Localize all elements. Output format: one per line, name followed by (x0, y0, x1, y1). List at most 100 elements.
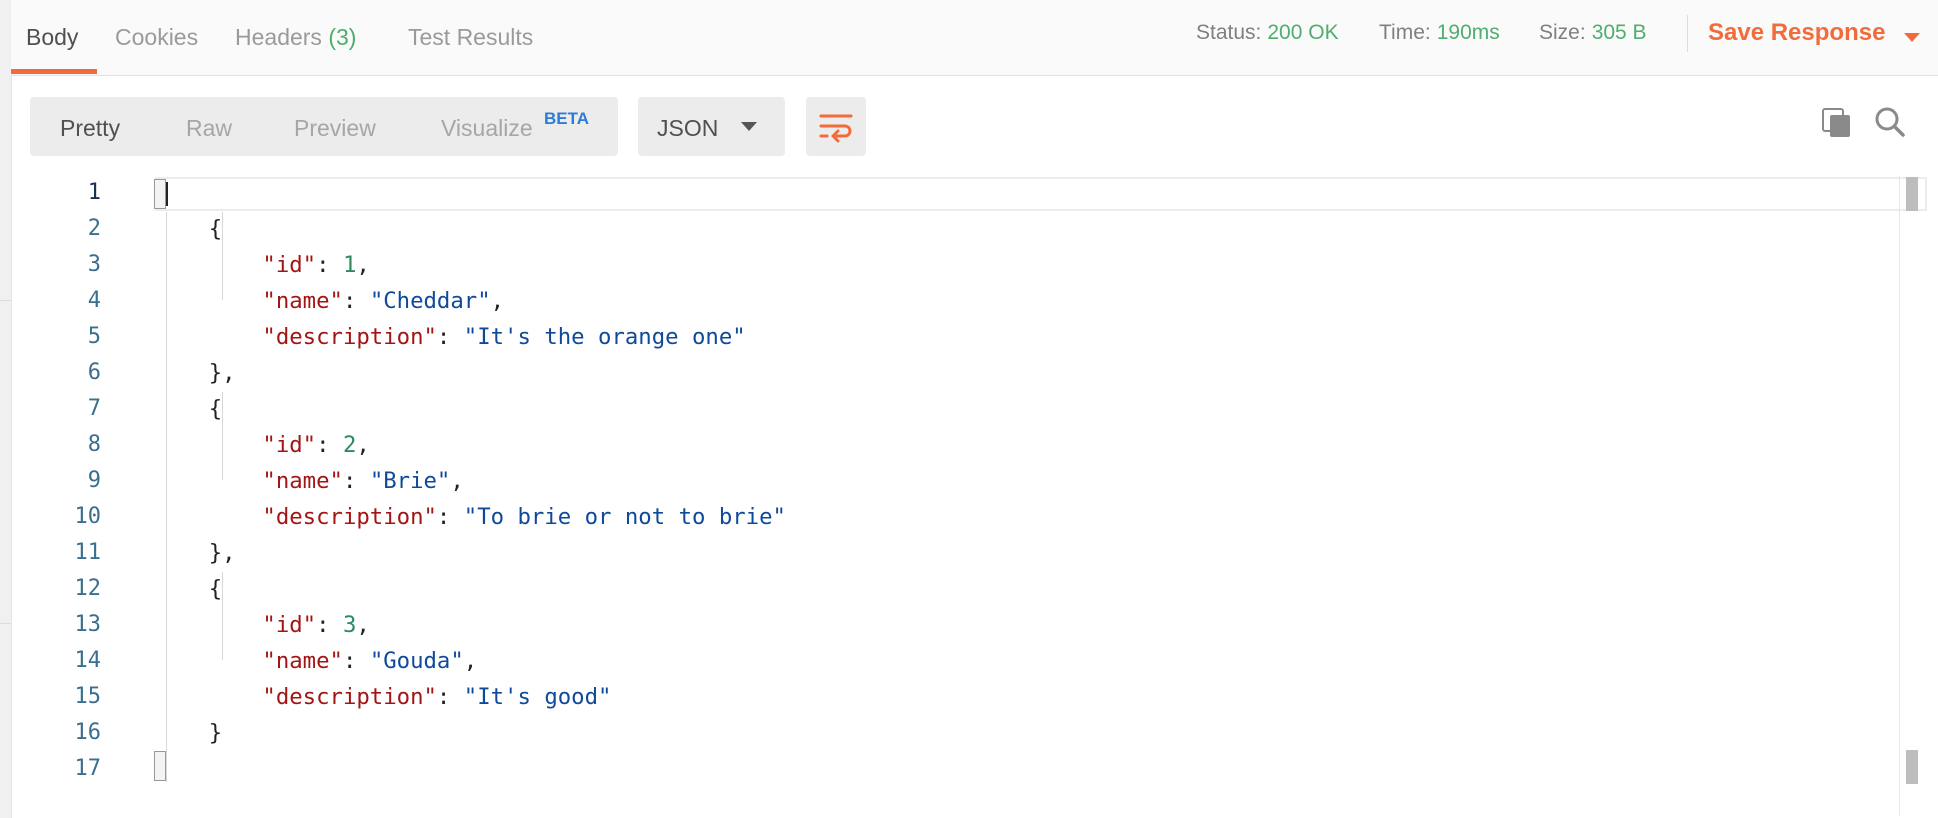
status-readout[interactable]: Status: 200 OK (1196, 21, 1339, 45)
status-value: 200 OK (1267, 21, 1339, 44)
line-number: 6 (87, 360, 101, 385)
view-mode-raw[interactable]: Raw (186, 115, 232, 142)
time-label: Time: (1379, 21, 1431, 44)
save-response-dropdown-icon[interactable] (1904, 33, 1920, 42)
matching-bracket-marker (154, 179, 166, 209)
code-line: "description": "It's the orange one" (155, 320, 745, 354)
json-punctuation: , (450, 468, 464, 494)
size-value: 305 B (1591, 21, 1647, 44)
code-line: "name": "Gouda", (155, 644, 477, 678)
wrap-lines-button[interactable] (806, 97, 866, 156)
json-punctuation: : (436, 504, 464, 530)
line-number: 5 (87, 324, 101, 349)
tab-cookies[interactable]: Cookies (115, 24, 198, 51)
json-number: 1 (342, 252, 357, 278)
json-punctuation (155, 324, 262, 350)
size-label: Size: (1539, 21, 1586, 44)
json-punctuation (155, 288, 262, 314)
line-number: 3 (87, 252, 101, 277)
line-number: 14 (74, 648, 102, 673)
line-number: 9 (87, 468, 101, 493)
json-string: "Brie" (369, 468, 451, 494)
json-key: "name" (262, 648, 343, 674)
json-key: "name" (262, 468, 343, 494)
json-punctuation (155, 648, 262, 674)
json-punctuation (155, 432, 262, 458)
indent-guide (222, 212, 223, 300)
save-response-button[interactable]: Save Response (1708, 19, 1885, 47)
line-number: 2 (87, 216, 101, 241)
time-readout[interactable]: Time: 190ms (1379, 21, 1500, 45)
search-icon[interactable] (1874, 106, 1906, 138)
json-key: "id" (262, 252, 317, 278)
json-string: "Gouda" (369, 648, 464, 674)
json-punctuation: }, (155, 360, 236, 386)
json-punctuation: , (356, 612, 370, 638)
panel-divider (0, 623, 11, 624)
code-line: "id": 1, (155, 248, 370, 282)
json-key: "name" (262, 288, 343, 314)
json-punctuation: , (356, 252, 370, 278)
copy-icon[interactable] (1822, 108, 1852, 138)
scrollbar-thumb[interactable] (1906, 177, 1918, 211)
json-punctuation (155, 252, 262, 278)
code-line: "name": "Brie", (155, 464, 464, 498)
json-key: "description" (262, 504, 437, 530)
json-key: "id" (262, 432, 317, 458)
json-number: 3 (342, 612, 357, 638)
line-number: 12 (74, 576, 102, 601)
line-number: 13 (74, 612, 102, 637)
json-punctuation (155, 684, 262, 710)
headers-count-badge: (3) (328, 24, 357, 50)
code-line: "description": "It's good" (155, 680, 611, 714)
code-line: "description": "To brie or not to brie" (155, 500, 786, 534)
json-punctuation: : (316, 252, 343, 278)
indent-guide (222, 392, 223, 480)
status-label: Status: (1196, 21, 1262, 44)
json-key: "description" (262, 684, 437, 710)
matching-bracket-marker (154, 751, 166, 781)
tab-headers-label: Headers (235, 24, 322, 50)
json-punctuation: : (436, 324, 464, 350)
line-number: 17 (74, 756, 102, 781)
line-number: 4 (87, 288, 101, 313)
line-number: 15 (74, 684, 102, 709)
json-punctuation: , (463, 648, 478, 674)
view-mode-visualize[interactable]: Visualize (441, 115, 533, 142)
line-number: 7 (87, 396, 101, 421)
json-punctuation: , (490, 288, 505, 314)
chevron-down-icon (741, 122, 757, 131)
wrap-lines-icon (819, 114, 853, 143)
response-body-editor[interactable]: 1234567891011121314151617 [ { "id": 1, "… (11, 176, 1938, 818)
json-string: "Cheddar" (369, 288, 491, 314)
tab-test-results[interactable]: Test Results (408, 24, 533, 51)
json-punctuation (155, 612, 262, 638)
json-punctuation: : (436, 684, 464, 710)
beta-badge: BETA (544, 109, 590, 128)
view-mode-preview[interactable]: Preview (294, 115, 376, 142)
json-key: "id" (262, 612, 317, 638)
json-punctuation (155, 504, 262, 530)
line-number: 8 (87, 432, 101, 457)
time-value: 190ms (1436, 21, 1500, 44)
size-readout[interactable]: Size: 305 B (1539, 21, 1647, 45)
view-mode-switcher: Pretty Raw Preview Visualize BETA (30, 97, 618, 156)
json-number: 2 (342, 432, 357, 458)
scrollbar-thumb[interactable] (1906, 750, 1918, 784)
panel-divider (0, 300, 11, 301)
indent-guide (166, 212, 167, 782)
tab-body[interactable]: Body (26, 24, 78, 51)
code-line: }, (155, 356, 236, 390)
code-line: "name": "Cheddar", (155, 284, 504, 318)
format-select-value: JSON (657, 115, 719, 141)
json-punctuation: : (342, 648, 370, 674)
tab-headers[interactable]: Headers (3) (235, 24, 356, 51)
json-punctuation: , (356, 432, 370, 458)
json-string: "It's good" (463, 684, 612, 710)
active-line-highlight (155, 177, 1927, 211)
line-number: 16 (74, 720, 102, 745)
view-mode-pretty[interactable]: Pretty (60, 115, 120, 142)
editor-scrollbar[interactable] (1899, 176, 1918, 816)
format-select[interactable]: JSON (638, 97, 785, 156)
code-line: "id": 3, (155, 608, 370, 642)
